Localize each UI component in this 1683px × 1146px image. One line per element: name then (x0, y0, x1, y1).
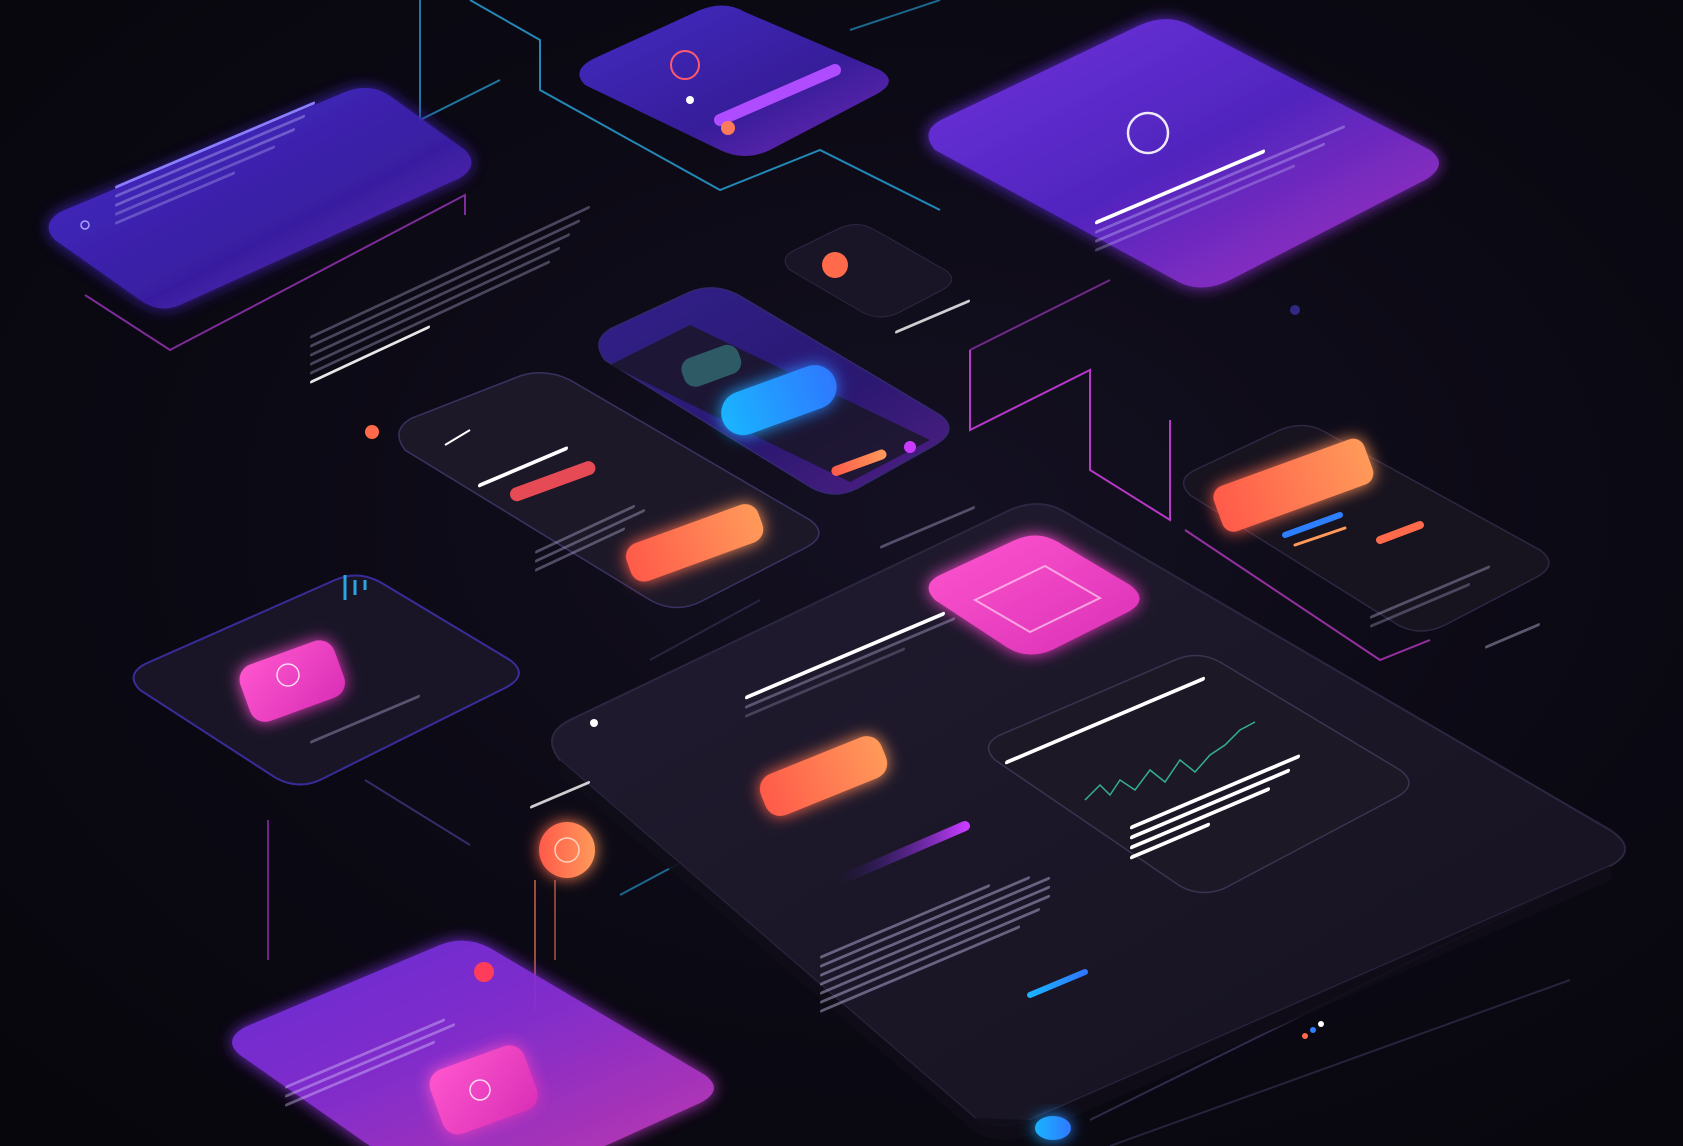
isometric-ui-scene (0, 0, 1683, 1146)
top-left-info-card[interactable] (48, 87, 472, 309)
top-right-feature-card[interactable] (928, 19, 1439, 288)
bottom-left-message-card[interactable] (232, 940, 714, 1146)
image-card[interactable] (928, 535, 1140, 655)
bottom-blue-coin[interactable] (1035, 1116, 1071, 1140)
floating-coin[interactable] (539, 822, 595, 878)
top-media-card[interactable] (579, 5, 889, 157)
small-profile-card[interactable] (784, 224, 953, 318)
right-stats-card[interactable] (1182, 424, 1550, 632)
waveform-panel[interactable] (987, 654, 1410, 894)
left-security-card[interactable] (132, 574, 520, 786)
slab-orange-button[interactable] (755, 731, 892, 820)
cards-layer (48, 5, 1550, 1146)
